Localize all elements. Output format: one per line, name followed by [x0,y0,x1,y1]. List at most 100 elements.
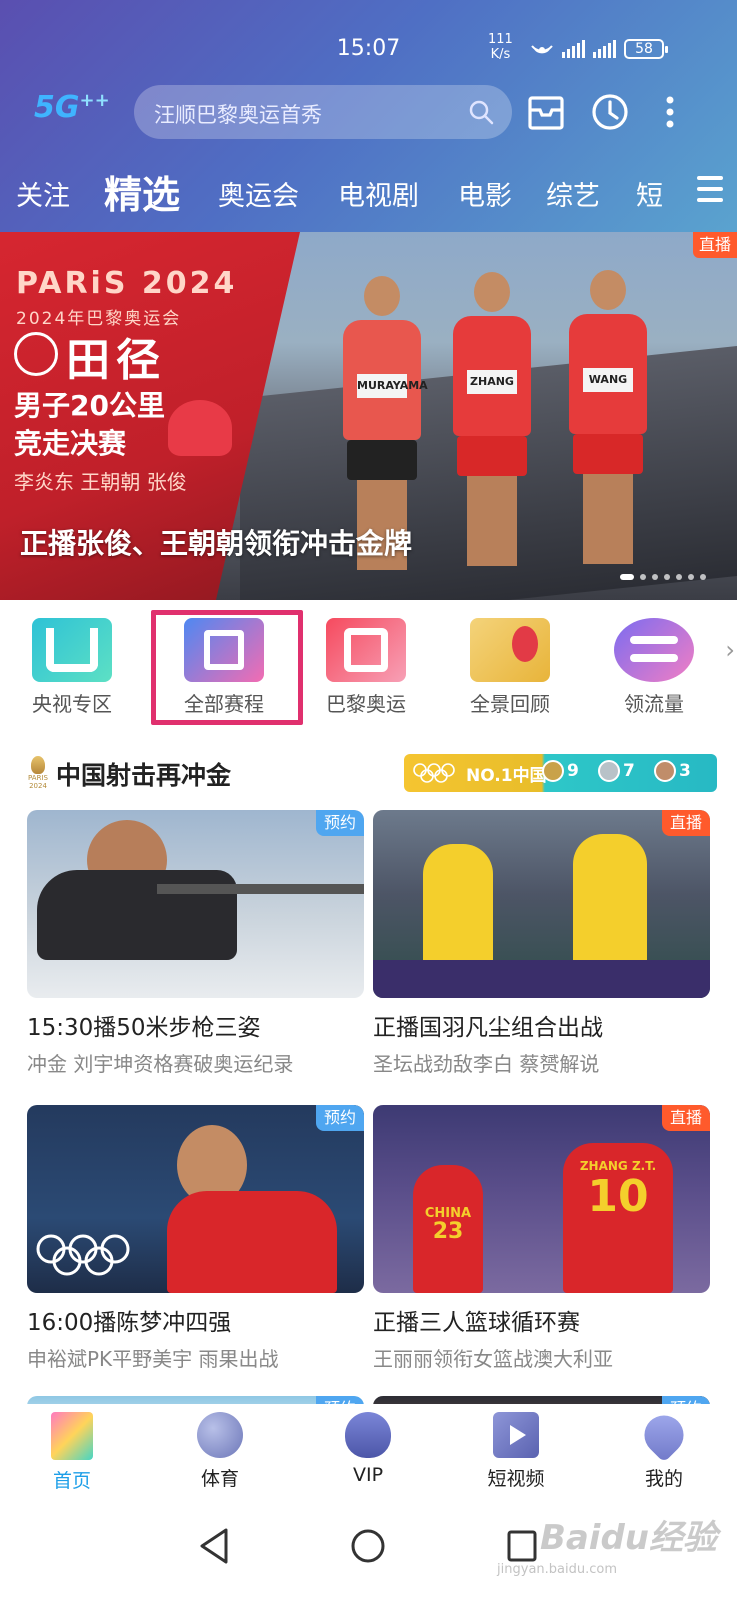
gold-medal-icon [542,760,564,782]
baidu-watermark: Baidu经验 [539,1518,717,1558]
app-logo[interactable]: 5G++ [34,90,110,125]
athletics-icon [14,332,58,376]
live-badge: 直播 [661,1105,710,1131]
recents-icon[interactable] [504,1526,540,1566]
video-title: 正播三人篮球循环赛 [373,1310,580,1336]
video-title: 16:00播陈梦冲四强 [27,1310,232,1336]
athlete-figure: WANG [566,270,650,564]
status-bar: 15:07 111 K/s 58 [0,28,737,72]
tab-follow[interactable]: 关注 [16,174,70,213]
baidu-watermark-url: jingyan.baidu.com [497,1562,617,1577]
tab-movies[interactable]: 电影 [458,174,512,213]
quick-link-review[interactable]: 全景回顾 [440,610,580,720]
network-speed-unit: K/s [490,47,511,62]
paris-2024-logo-icon: PARIS 2024 [24,756,52,792]
silver-medal-icon [598,760,620,782]
hero-banner[interactable]: MURAYAMA ZHANG WANG PARiS 2024 2024年巴黎奥运… [0,232,737,600]
nav-short-video[interactable]: 短视频 [456,1412,576,1491]
nav-label: VIP [352,1464,384,1486]
quick-link-traffic[interactable]: 领流量 [584,610,724,720]
category-tabs: 关注 精选 奥运会 电视剧 电影 综艺 短 [0,162,737,222]
video-thumbnail: 预约 [27,1105,364,1293]
video-subtitle: 申裕斌PK平野美宇 雨果出战 [27,1347,279,1371]
medal-table-bar[interactable]: NO.1中国 9 7 3 [404,754,717,792]
jersey-number-2: 23 [432,1219,464,1244]
olympic-flame-icon [345,1412,391,1458]
search-placeholder: 汪顺巴黎奥运首秀 [154,103,322,127]
video-title: 15:30播50米步枪三姿 [27,1015,261,1041]
silver-count: 7 [623,761,635,781]
bottom-navigation: 首页 体育 VIP 短视频 我的 [0,1404,737,1504]
section-title[interactable]: 中国射击再冲金 [56,756,231,792]
chevron-right-icon[interactable]: › [725,636,735,664]
tabs-menu-icon[interactable] [697,176,723,210]
quick-link-label: 全景回顾 [470,692,550,716]
section-header: PARIS 2024 中国射击再冲金 NO.1中国 9 7 3 [0,752,737,796]
video-thumbnail: 预约 [27,810,364,998]
home-icon [51,1412,93,1460]
olympic-rings-icon [413,763,455,783]
search-input[interactable]: 汪顺巴黎奥运首秀 [134,85,512,139]
home-circle-icon[interactable] [350,1526,386,1566]
tab-featured[interactable]: 精选 [104,164,180,219]
review-icon [470,618,550,682]
video-card[interactable]: 直播 正播国羽凡尘组合出战 圣坛战劲敌李白 蔡赟解说 [373,810,710,1077]
book-badge: 预约 [315,810,364,836]
video-subtitle: 圣坛战劲敌李白 蔡赟解说 [373,1052,600,1076]
video-card[interactable]: CHINA 23 ZHANG Z.T. 10 直播 正播三人篮球循环赛 王丽丽领衔… [373,1105,710,1372]
tab-tv-series[interactable]: 电视剧 [338,174,419,213]
quick-links: 央视专区 全部赛程 巴黎奥运 全景回顾 领流量 [0,610,737,720]
event-line-1: 男子20公里 [14,389,165,422]
quick-link-label: 领流量 [624,692,684,716]
search-icon [469,100,494,125]
live-badge: 直播 [661,810,710,836]
live-badge: 直播 [692,232,737,258]
bronze-medal-count: 3 [654,760,691,782]
jersey-number: 10 [587,1171,649,1222]
nav-profile[interactable]: 我的 [604,1407,724,1491]
video-card[interactable]: 预约 15:30播50米步枪三姿 冲金 刘宇坤资格赛破奥运纪录 [27,810,364,1077]
tab-olympics[interactable]: 奥运会 [218,174,299,213]
athlete-bib: WANG [583,368,633,392]
video-subtitle: 王丽丽领衔女篮战澳大利亚 [373,1347,613,1371]
nav-vip[interactable]: VIP [308,1412,428,1486]
status-icons: 58 [530,38,668,60]
athlete-figure: ZHANG [450,272,534,566]
video-title: 正播国羽凡尘组合出战 [373,1015,603,1041]
signal-icon [562,40,585,58]
signal-icon-2 [593,40,616,58]
app-header: 15:07 111 K/s 58 5G++ 汪顺巴黎奥运首秀 关注 精选 奥运会… [0,0,737,232]
bronze-medal-icon [654,760,676,782]
nav-label: 短视频 [487,1468,545,1490]
history-icon[interactable] [590,92,630,132]
quick-link-cctv[interactable]: 央视专区 [2,610,142,720]
hotspot-icon [531,45,553,54]
tab-short[interactable]: 短 [636,174,663,213]
paris-2024-logo-text: PARiS 2024 [16,266,238,301]
quick-link-olympics[interactable]: 巴黎奥运 [296,610,436,720]
gold-medal-count: 9 [542,760,579,782]
more-icon[interactable] [660,92,680,132]
network-speed-value: 111 [488,32,513,47]
nav-sports[interactable]: 体育 [160,1412,280,1491]
quick-link-label: 巴黎奥运 [326,692,406,716]
back-icon[interactable] [196,1526,232,1566]
network-speed: 111 K/s [488,32,513,62]
nav-label: 体育 [200,1468,239,1490]
quick-link-label: 央视专区 [32,692,112,716]
inbox-icon[interactable] [526,92,566,132]
heart-icon [636,1407,692,1463]
silver-medal-count: 7 [598,760,635,782]
video-card[interactable]: 预约 16:00播陈梦冲四强 申裕斌PK平野美宇 雨果出战 [27,1105,364,1372]
bronze-count: 3 [679,761,691,781]
video-thumbnail: CHINA 23 ZHANG Z.T. 10 直播 [373,1105,710,1293]
annotation-highlight-box [151,610,303,725]
tab-variety[interactable]: 综艺 [546,174,600,213]
book-badge: 预约 [315,1105,364,1131]
nav-home[interactable]: 首页 [12,1412,132,1493]
section-logo-text: PARIS 2024 [28,774,48,790]
sports-ball-icon [197,1412,243,1458]
athlete-bib: MURAYAMA [357,374,428,398]
athlete-bib: ZHANG [467,370,517,394]
logo-text: 5G [34,90,80,125]
